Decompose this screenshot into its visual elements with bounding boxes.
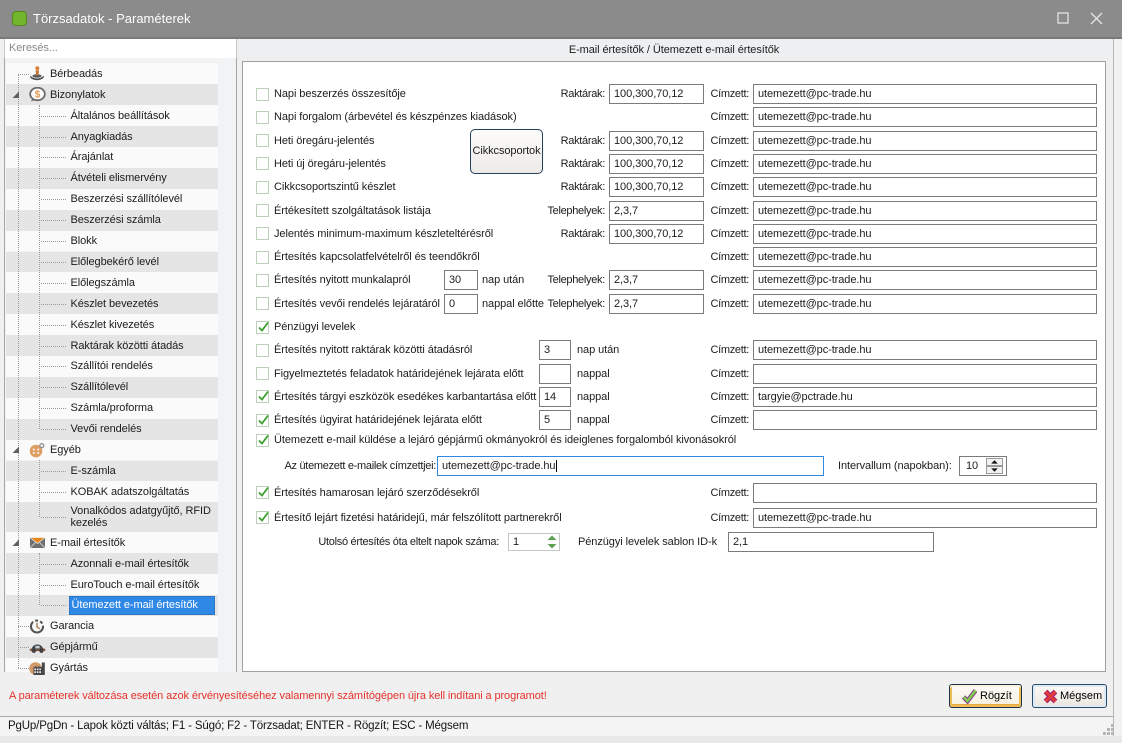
svg-text:$: $ xyxy=(35,90,41,101)
